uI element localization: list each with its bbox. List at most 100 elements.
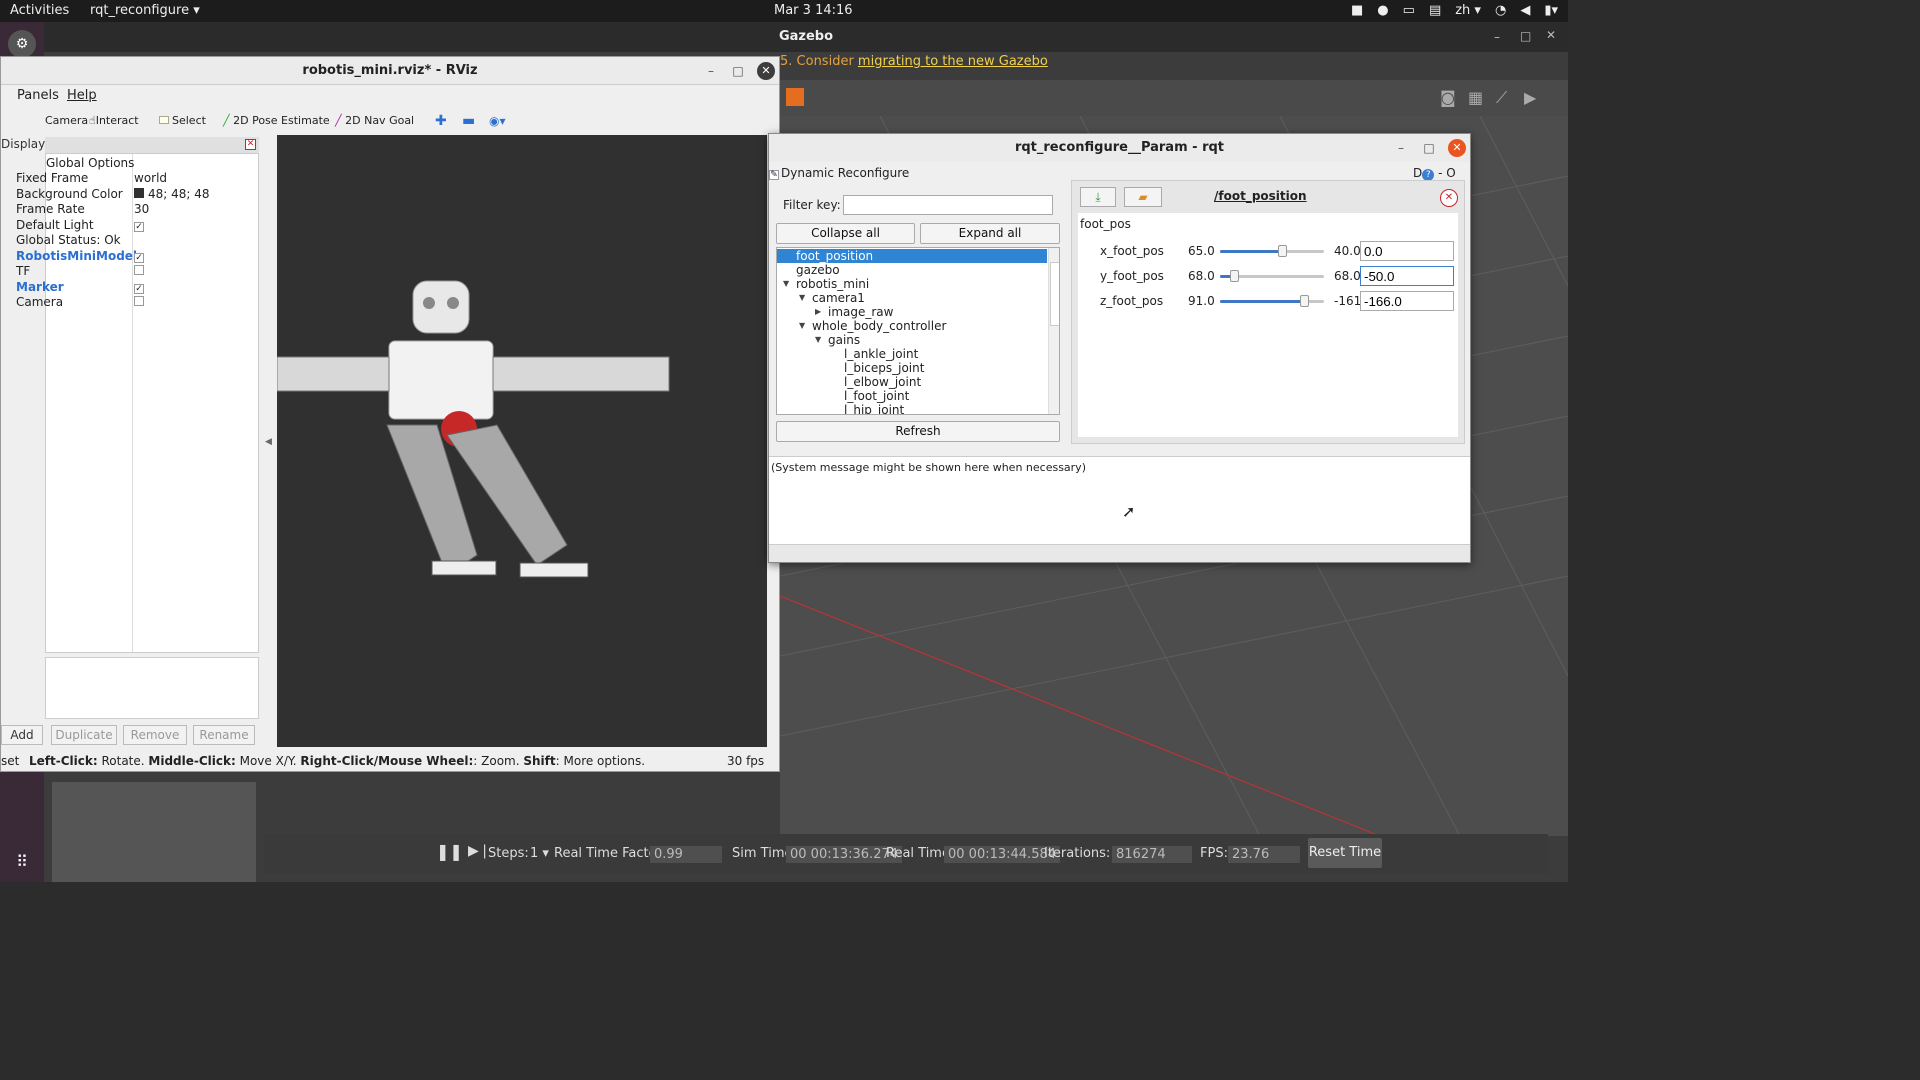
app-menu[interactable]: rqt_reconfigure ▾ (90, 3, 200, 18)
checkbox[interactable]: ✓ (134, 284, 144, 294)
rviz-close-button[interactable]: ✕ (757, 62, 775, 80)
tool-pose-estimate[interactable]: ╱ 2D Pose Estimate (223, 112, 330, 130)
refresh-button[interactable]: Refresh (776, 421, 1060, 442)
tree-item-gains[interactable]: gains (828, 333, 860, 347)
tree-item-gazebo[interactable]: gazebo (796, 263, 840, 277)
param-value-input[interactable] (1360, 266, 1454, 286)
tree-item-foot-position[interactable]: foot_position (777, 249, 1047, 263)
gazebo-minimize-button[interactable]: – (1494, 30, 1500, 44)
rqt-minimize-button[interactable]: – (1393, 140, 1409, 156)
display-row[interactable]: Frame Rate 30 (16, 202, 258, 217)
rename-button[interactable]: Rename (193, 725, 255, 745)
rqt-maximize-button[interactable]: □ (1421, 140, 1437, 156)
tree-item-camera1[interactable]: camera1 (812, 291, 865, 305)
tool-camera[interactable]: Camera (45, 112, 88, 130)
settings-icon[interactable]: ⚙ (8, 30, 36, 58)
param-slider[interactable] (1220, 270, 1324, 282)
remove-tool-icon[interactable]: ▬ (462, 112, 475, 130)
tree-item-l-elbow-joint[interactable]: l_elbow_joint (844, 375, 921, 389)
scrollbar-thumb[interactable] (1050, 262, 1059, 326)
display-row[interactable]: Default Light ✓ (16, 218, 258, 233)
pause-icon[interactable]: ❚❚ (436, 842, 463, 861)
expand-arrow-icon[interactable]: ▼ (783, 279, 789, 288)
tree-item-l-biceps-joint[interactable]: l_biceps_joint (844, 361, 924, 375)
clock[interactable]: Mar 3 14:16 (774, 3, 853, 18)
close-node-icon[interactable]: ✕ (1440, 189, 1458, 207)
volume-icon[interactable]: ◀ (1520, 3, 1530, 18)
load-folder-icon[interactable]: ▰ (1124, 187, 1162, 207)
checkbox[interactable] (134, 296, 144, 306)
checkbox[interactable]: ✓ (134, 222, 144, 232)
display-row[interactable]: Background Color 48; 48; 48 (16, 187, 258, 202)
remove-button[interactable]: Remove (123, 725, 187, 745)
save-icon[interactable]: ⤓ (1080, 187, 1116, 207)
slider-knob[interactable] (1300, 295, 1310, 307)
display-row[interactable]: Camera (16, 295, 258, 310)
param-slider[interactable] (1220, 245, 1324, 257)
menu-help[interactable]: Help (67, 88, 97, 103)
keyboard-icon[interactable]: ▭ (1403, 3, 1415, 18)
video-icon[interactable]: ▶ (1524, 88, 1536, 107)
plot-icon[interactable]: ⟋ (1496, 88, 1507, 108)
rviz-3d-viewport[interactable] (277, 135, 767, 747)
tree-item-robotis-mini[interactable]: robotis_mini (796, 277, 869, 291)
display-row[interactable]: Marker ✓ (16, 280, 258, 295)
minimize-plugin-icon[interactable]: - (1438, 166, 1442, 180)
filter-input[interactable] (843, 195, 1053, 215)
input-method[interactable]: zh ▾ (1455, 3, 1481, 18)
add-tool-icon[interactable]: ✚ (435, 112, 447, 130)
close-plugin-icon[interactable]: O (1446, 166, 1455, 180)
rviz-maximize-button[interactable]: □ (730, 63, 746, 79)
migration-link[interactable]: migrating to the new Gazebo (858, 54, 1048, 69)
tree-item-image-raw[interactable]: image_raw (828, 305, 893, 319)
checkbox[interactable] (134, 265, 144, 275)
tree-item-l-hip-joint[interactable]: l_hip_joint (844, 403, 904, 414)
add-button[interactable]: Add (1, 725, 43, 745)
checkbox[interactable]: ✓ (134, 253, 144, 263)
tree-item-whole-body-controller[interactable]: whole_body_controller (812, 319, 946, 333)
tool-interact[interactable]: ☝Interact (89, 112, 139, 130)
camera-icon[interactable]: ■ (1351, 3, 1363, 18)
rviz-minimize-button[interactable]: – (703, 63, 719, 79)
param-value-input[interactable] (1360, 241, 1454, 261)
tool-properties-icon[interactable]: ◉▾ (489, 112, 506, 130)
menu-panels[interactable]: Panels (17, 88, 59, 103)
global-options-row[interactable]: Global Options (46, 156, 258, 171)
tree-scrollbar[interactable] (1048, 248, 1059, 414)
expand-arrow-icon[interactable]: ▼ (815, 335, 821, 344)
collapse-all-button[interactable]: Collapse all (776, 223, 915, 244)
splitter-handle-icon[interactable]: ◀ (265, 437, 272, 447)
screenshot-icon[interactable]: ◙ (1440, 88, 1456, 107)
displays-tree[interactable]: Global Options Fixed Frame world Backgrou… (16, 153, 259, 653)
slider-knob[interactable] (1278, 245, 1288, 257)
display-row[interactable]: Global Status: Ok (16, 233, 258, 248)
param-slider[interactable] (1220, 295, 1324, 307)
expand-arrow-icon[interactable]: ▼ (799, 321, 805, 330)
close-panel-icon[interactable]: ✕ (245, 139, 256, 150)
rqt-close-button[interactable]: ✕ (1448, 139, 1466, 157)
display-row[interactable]: TF (16, 264, 258, 279)
log-icon[interactable]: ▦ (1468, 88, 1483, 107)
tool-select[interactable]: Select (159, 112, 206, 130)
expand-all-button[interactable]: Expand all (920, 223, 1060, 244)
display-row[interactable]: Fixed Frame world (16, 171, 258, 186)
duplicate-button[interactable]: Duplicate (51, 725, 117, 745)
shape-tool-icon[interactable] (786, 88, 804, 106)
display-row[interactable]: RobotisMiniModel ✓ (16, 249, 258, 264)
wifi-icon[interactable]: ◔ (1495, 3, 1506, 18)
tree-item-l-foot-joint[interactable]: l_foot_joint (844, 389, 909, 403)
param-value-input[interactable] (1360, 291, 1454, 311)
gazebo-close-button[interactable]: ✕ (1546, 28, 1556, 42)
tool-nav-goal[interactable]: ╱ 2D Nav Goal (335, 112, 414, 130)
expand-arrow-icon[interactable]: ▼ (799, 293, 805, 302)
node-tree[interactable]: foot_position gazebo ▼ robotis_mini ▼ ca… (776, 247, 1060, 415)
reset-time-button[interactable]: Reset Time (1308, 838, 1382, 868)
steps-select[interactable]: 1 ▾ (530, 846, 549, 861)
gazebo-maximize-button[interactable]: □ (1520, 29, 1531, 43)
activities-button[interactable]: Activities (10, 3, 69, 18)
collapse-arrow-icon[interactable]: ▶ (815, 307, 821, 316)
clipboard-icon[interactable]: ▤ (1429, 3, 1441, 18)
battery-icon[interactable]: ▮▾ (1544, 3, 1558, 18)
app-indicator-icon[interactable]: ● (1377, 3, 1388, 18)
app-grid-icon[interactable]: ⠿ (8, 848, 36, 876)
